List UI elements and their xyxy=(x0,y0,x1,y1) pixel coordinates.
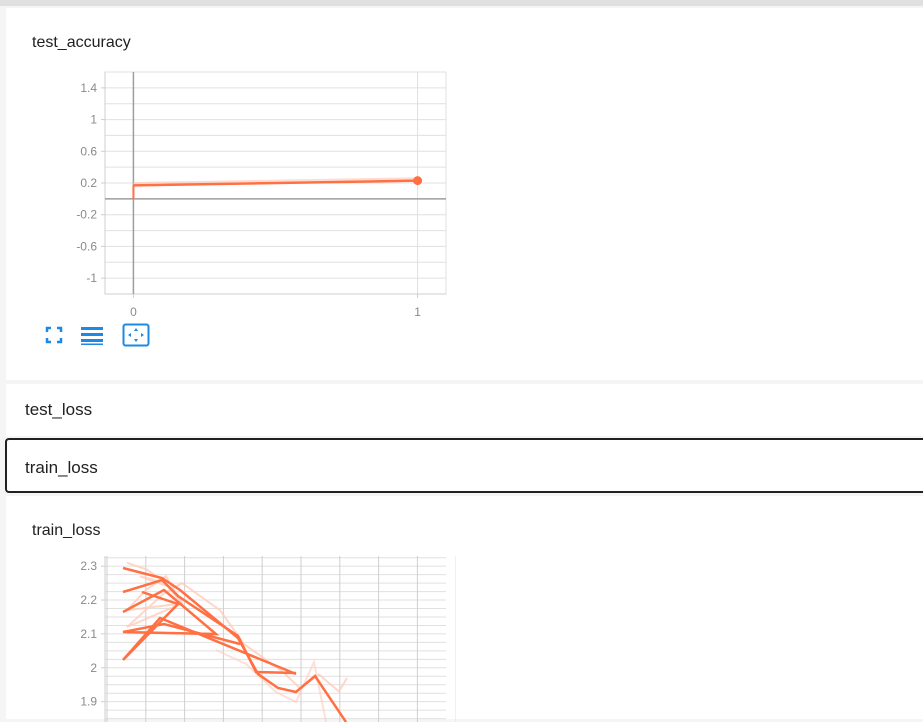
y-tick-label: -0.6 xyxy=(76,239,97,253)
y-tick-label: 0.6 xyxy=(80,144,97,158)
y-tick-label: 2 xyxy=(90,661,97,675)
fullscreen-button[interactable] xyxy=(40,322,68,348)
fullscreen-icon xyxy=(45,326,63,344)
test-loss-section[interactable]: test_loss xyxy=(6,384,923,436)
data-table-button[interactable] xyxy=(78,322,106,348)
top-divider xyxy=(0,0,923,6)
section-label: test_loss xyxy=(25,400,93,419)
y-tick-label: -0.2 xyxy=(76,208,97,222)
x-tick-label: 1 xyxy=(414,305,421,319)
y-tick-label: 2.3 xyxy=(80,559,97,573)
series-raw-line xyxy=(215,649,327,722)
fit-domain-icon xyxy=(122,323,150,347)
test-accuracy-card: test_accuracy 1.4 1 0.6 0.2 -0.2 -0.6 -1 0 1 xyxy=(6,8,923,380)
fit-domain-button[interactable] xyxy=(122,322,150,348)
train-loss-card: train_loss 2.3 2.2 2.1 2 1.9 xyxy=(6,496,923,722)
list-icon xyxy=(81,327,103,345)
x-tick-label: 0 xyxy=(130,305,137,319)
test-accuracy-chart[interactable]: 1.4 1 0.6 0.2 -0.2 -0.6 -1 0 1 xyxy=(56,66,456,322)
series-raw-line xyxy=(124,561,348,694)
train-loss-chart[interactable]: 2.3 2.2 2.1 2 1.9 xyxy=(56,552,456,722)
y-tick-label: 0.2 xyxy=(80,176,97,190)
y-tick-label: 2.2 xyxy=(80,593,97,607)
series-point xyxy=(413,176,423,186)
y-tick-label: 2.1 xyxy=(80,627,97,641)
train-loss-section[interactable]: train_loss xyxy=(5,438,923,493)
y-tick-label: 1.9 xyxy=(80,695,97,709)
y-tick-label: 1 xyxy=(90,113,97,127)
section-label: train_loss xyxy=(25,458,98,477)
y-tick-label: 1.4 xyxy=(80,81,97,95)
y-tick-label: -1 xyxy=(86,271,97,285)
chart-title: test_accuracy xyxy=(32,34,131,51)
chart-title: train_loss xyxy=(32,522,101,539)
